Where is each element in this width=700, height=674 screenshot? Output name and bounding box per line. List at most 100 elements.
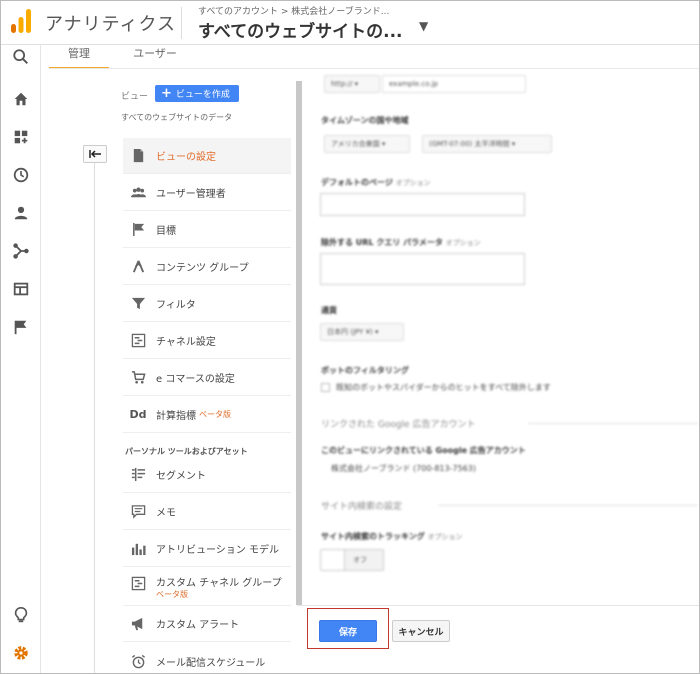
default-page-label: デフォルトのページ オプション: [321, 177, 431, 188]
column-divider: [94, 163, 95, 673]
clock-icon[interactable]: [11, 165, 31, 185]
view-settings-form: http:// ▾ example.co.jp タイムゾーンの国や地域 アメリカ…: [306, 71, 699, 606]
menu-item-attribution[interactable]: アトリビューション モデル: [123, 531, 291, 567]
site-search-title: サイト内検索の設定: [321, 502, 403, 512]
currency-label: 通貨: [321, 306, 337, 315]
action-bar-divider: [297, 605, 699, 606]
column-scrollbar[interactable]: [296, 81, 302, 605]
site-search-label: サイト内検索のトラッキング オプション: [321, 531, 463, 542]
menu-item-segments[interactable]: セグメント: [123, 457, 291, 493]
menu-item-label: セグメント: [156, 471, 206, 482]
menu-item-ecommerce[interactable]: e コマースの設定: [123, 360, 291, 396]
create-view-button[interactable]: + ビューを作成: [155, 85, 239, 102]
menu-item-label: カスタム チャネル グループ: [156, 578, 282, 589]
alarm-icon: [129, 652, 147, 670]
menu-item-custom-channel-group[interactable]: カスタム チャネル グループ ベータ版: [123, 568, 291, 606]
exclude-params-textarea[interactable]: [320, 253, 525, 285]
person-icon[interactable]: [11, 203, 31, 223]
linked-ads-subtitle: このビューにリンクされている Google 広告アカウント: [321, 446, 526, 455]
search-icon[interactable]: [11, 47, 31, 67]
channel-icon: [129, 332, 147, 350]
document-icon: [129, 147, 147, 165]
analytics-logo-icon: [11, 9, 31, 33]
linked-ads-value: 株式会社ノーブランド (700-813-7563): [331, 464, 476, 473]
default-page-text: デフォルトのページ: [321, 178, 393, 187]
view-label: ビュー: [121, 92, 149, 102]
acquisition-icon[interactable]: [11, 241, 31, 261]
menu-item-user-management[interactable]: ユーザー管理者: [123, 175, 291, 211]
menu-item-label: フィルタ: [156, 300, 196, 311]
currency-select[interactable]: 日本円 (JPY ¥) ▾: [320, 323, 404, 341]
tab-admin[interactable]: 管理: [49, 45, 109, 69]
menu-item-label: メール配信スケジュール: [156, 657, 266, 669]
megaphone-icon: [129, 615, 147, 633]
menu-item-memo[interactable]: メモ: [123, 494, 291, 530]
timezone-label: タイムゾーンの国や地域: [321, 116, 409, 125]
app-title: アナリティクス: [45, 14, 177, 35]
section-rule: [528, 423, 698, 424]
segment-icon: [129, 466, 147, 484]
gear-icon[interactable]: [11, 643, 31, 663]
menu-item-view-settings[interactable]: ビューの設定: [123, 138, 291, 174]
back-arrow-icon: [89, 150, 101, 158]
attribution-icon: [129, 540, 147, 558]
menu-item-label: 目標: [156, 226, 176, 237]
account-breadcrumb[interactable]: すべてのアカウント > 株式会社ノーブランド...: [198, 4, 389, 17]
timezone-select[interactable]: (GMT-07:00) 太平洋時間 ▾: [422, 135, 552, 153]
menu-item-custom-alerts[interactable]: カスタム アラート: [123, 606, 291, 642]
dashboard-icon[interactable]: [11, 127, 31, 147]
website-url-input[interactable]: example.co.jp: [382, 75, 526, 93]
optional-hint: オプション: [445, 239, 481, 247]
timezone-country-select[interactable]: アメリカ合衆国 ▾: [324, 135, 410, 153]
site-search-toggle[interactable]: オフ: [320, 549, 384, 571]
content-group-icon: [129, 258, 147, 276]
menu-item-goals[interactable]: 目標: [123, 212, 291, 248]
tab-bar: 管理 ユーザー: [49, 45, 699, 69]
section-rule: [438, 505, 698, 506]
cart-icon: [129, 369, 147, 387]
tab-user[interactable]: ユーザー: [127, 45, 183, 69]
custom-channel-icon: [129, 574, 147, 592]
menu-item-filter[interactable]: フィルタ: [123, 286, 291, 322]
personal-section-title: パーソナル ツールおよびアセット: [125, 447, 248, 456]
menu-item-label: アトリビューション モデル: [156, 545, 279, 556]
menu-item-calculated-metrics[interactable]: Dd 計算指標 ベータ版: [123, 397, 291, 433]
optional-hint: オプション: [395, 179, 431, 187]
menu-item-email-schedule[interactable]: メール配信スケジュール: [123, 643, 291, 673]
menu-item-label: ユーザー管理者: [156, 189, 226, 200]
exclude-params-label: 除外する URL クエリ パラメータ オプション: [321, 237, 481, 248]
users-icon: [129, 184, 147, 202]
menu-item-label: ビューの設定: [156, 152, 216, 163]
menu-item-channel-settings[interactable]: チャネル設定: [123, 323, 291, 359]
header-divider: [181, 7, 182, 39]
tab-divider: [49, 68, 699, 69]
lightbulb-icon[interactable]: [11, 605, 31, 625]
home-icon[interactable]: [11, 89, 31, 109]
behavior-icon[interactable]: [11, 279, 31, 299]
memo-icon: [129, 503, 147, 521]
caret-down-icon[interactable]: ▼: [419, 19, 428, 33]
menu-item-content-group[interactable]: コンテンツ グループ: [123, 249, 291, 285]
site-search-text: サイト内検索のトラッキング: [321, 532, 425, 541]
menu-item-text: カスタム チャネル グループ ベータ版: [156, 574, 282, 600]
back-arrow-button[interactable]: [83, 145, 107, 163]
conversion-flag-icon[interactable]: [11, 317, 31, 337]
view-selector[interactable]: すべてのウェブサイトの...: [198, 17, 403, 42]
cancel-button[interactable]: キャンセル: [392, 620, 450, 642]
url-scheme-select[interactable]: http:// ▾: [324, 75, 380, 93]
bot-filter-checkbox[interactable]: [321, 383, 330, 392]
default-page-input[interactable]: [320, 193, 525, 216]
exclude-params-text: 除外する URL クエリ パラメータ: [321, 238, 443, 247]
top-header: アナリティクス すべてのアカウント > 株式会社ノーブランド... すべてのウェ…: [1, 1, 699, 45]
bot-filter-text: 既知のボットやスパイダーからのヒットをすべて除外します: [336, 383, 551, 392]
beta-badge: ベータ版: [199, 410, 231, 419]
left-rail: [1, 45, 41, 673]
menu-item-label: カスタム アラート: [156, 620, 240, 631]
save-button[interactable]: 保存: [319, 620, 377, 642]
view-name-label: すべてのウェブサイトのデータ: [121, 113, 233, 122]
app-frame: アナリティクス すべてのアカウント > 株式会社ノーブランド... すべてのウェ…: [0, 0, 700, 674]
flag-icon: [129, 221, 147, 239]
menu-item-label: e コマースの設定: [156, 374, 235, 385]
filter-icon: [129, 295, 147, 313]
menu-item-label: コンテンツ グループ: [156, 263, 249, 274]
